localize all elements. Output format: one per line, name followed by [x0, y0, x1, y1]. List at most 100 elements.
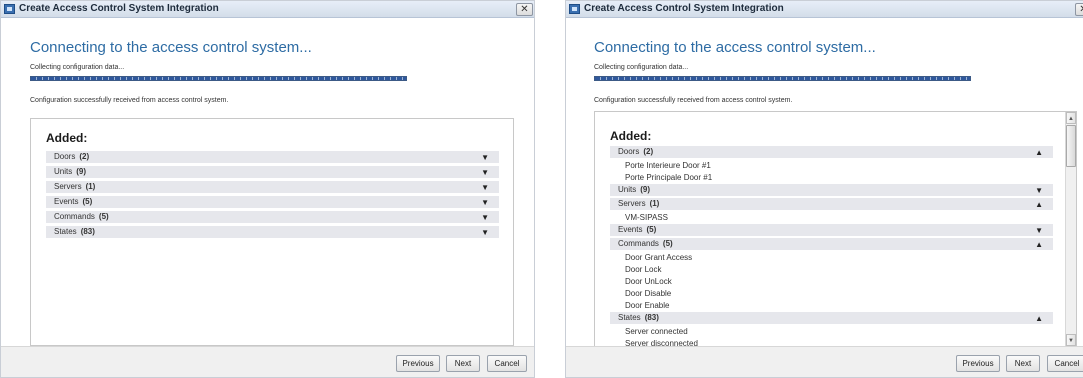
added-items-panel: Added: Doors (2) ▼ Units (9) ▼ Servers (1) ▼ Even… [30, 118, 514, 346]
chevron-up-icon[interactable]: ▲ [1035, 313, 1043, 324]
category-name: Doors [618, 147, 640, 156]
success-message: Configuration successfully received from… [594, 97, 793, 104]
app-window-icon [4, 4, 15, 14]
category-row-events[interactable]: Events (5) ▼ [610, 224, 1053, 237]
title-bar: Create Access Control System Integration… [1, 1, 534, 18]
category-count: (83) [644, 313, 659, 322]
category-label: Events (5) [618, 225, 656, 234]
chevron-up-icon[interactable]: ▲ [1035, 199, 1043, 210]
category-count: (5) [82, 197, 93, 206]
category-row-servers[interactable]: Servers (1) ▼ [46, 181, 499, 194]
category-row-states[interactable]: States (83) ▼ [46, 226, 499, 239]
scrollbar-thumb[interactable] [1066, 125, 1076, 167]
category-label: Units (9) [54, 167, 86, 176]
category-count: (1) [649, 199, 660, 208]
close-icon[interactable]: ✕ [516, 3, 533, 16]
category-count: (1) [85, 182, 96, 191]
category-count: (5) [646, 225, 657, 234]
cancel-button[interactable]: Cancel [1047, 355, 1083, 372]
category-label: Servers (1) [54, 182, 95, 191]
category-row-commands[interactable]: Commands (5) ▲ [610, 238, 1053, 251]
wizard-footer: Previous Next Cancel [1, 346, 534, 377]
page-heading: Connecting to the access control system.… [30, 39, 312, 56]
chevron-down-icon[interactable]: ▼ [481, 182, 489, 193]
status-text: Collecting configuration data... [594, 64, 689, 71]
category-child-item: Server disconnected [625, 339, 698, 346]
category-name: Units [618, 185, 637, 194]
wizard-window-expanded: Create Access Control System Integration… [565, 0, 1083, 378]
next-button[interactable]: Next [1006, 355, 1040, 372]
category-row-events[interactable]: Events (5) ▼ [46, 196, 499, 209]
category-label: Units (9) [618, 185, 650, 194]
category-row-doors[interactable]: Doors (2) ▼ [46, 151, 499, 164]
category-name: States [54, 227, 77, 236]
category-child-item: Door Grant Access [625, 253, 693, 262]
chevron-down-icon[interactable]: ▼ [1035, 185, 1043, 196]
category-count: (5) [98, 212, 109, 221]
close-icon[interactable]: ✕ [1075, 3, 1083, 16]
category-count: (9) [76, 167, 87, 176]
category-row-servers[interactable]: Servers (1) ▲ [610, 198, 1053, 211]
vertical-scrollbar[interactable]: ▲ ▼ [1065, 112, 1076, 346]
category-child-item: Door Disable [625, 289, 672, 298]
category-label: Servers (1) [618, 199, 659, 208]
title-bar: Create Access Control System Integration… [566, 1, 1083, 18]
category-row-units[interactable]: Units (9) ▼ [610, 184, 1053, 197]
previous-button[interactable]: Previous [956, 355, 1000, 372]
category-row-units[interactable]: Units (9) ▼ [46, 166, 499, 179]
status-text: Collecting configuration data... [30, 64, 125, 71]
category-row-commands[interactable]: Commands (5) ▼ [46, 211, 499, 224]
category-count: (2) [79, 152, 90, 161]
category-row-doors[interactable]: Doors (2) ▲ [610, 146, 1053, 159]
chevron-down-icon[interactable]: ▼ [481, 167, 489, 178]
previous-button[interactable]: Previous [396, 355, 440, 372]
category-name: Events [54, 197, 79, 206]
wizard-footer: Previous Next Cancel [566, 346, 1083, 377]
chevron-down-icon[interactable]: ▼ [481, 197, 489, 208]
category-label: Commands (5) [618, 239, 673, 248]
progress-bar [594, 76, 971, 81]
page-heading: Connecting to the access control system.… [594, 39, 876, 56]
category-child-item: Door UnLock [625, 277, 672, 286]
success-message: Configuration successfully received from… [30, 97, 229, 104]
category-label: Commands (5) [54, 212, 109, 221]
category-child-item: Door Lock [625, 265, 662, 274]
wizard-window-collapsed: Create Access Control System Integration… [0, 0, 535, 378]
category-name: Servers [618, 199, 646, 208]
category-label: Events (5) [54, 197, 92, 206]
category-label: States (83) [54, 227, 95, 236]
category-name: Servers [54, 182, 82, 191]
chevron-up-icon[interactable]: ▲ [1035, 147, 1043, 158]
category-label: Doors (2) [54, 152, 89, 161]
chevron-down-icon[interactable]: ▼ [481, 227, 489, 238]
added-items-panel: Added: Doors (2) ▲ Porte Interieure Door #1… [594, 111, 1077, 347]
category-child-item: Porte Principale Door #1 [625, 173, 713, 182]
category-name: Events [618, 225, 643, 234]
category-name: Commands [618, 239, 659, 248]
window-title: Create Access Control System Integration [584, 3, 784, 14]
category-row-states[interactable]: States (83) ▲ [610, 312, 1053, 325]
app-window-icon [569, 4, 580, 14]
chevron-down-icon[interactable]: ▼ [1035, 225, 1043, 236]
category-child-item: Server connected [625, 327, 688, 336]
added-heading: Added: [610, 129, 652, 143]
chevron-down-icon[interactable]: ▼ [481, 212, 489, 223]
category-child-item: Porte Interieure Door #1 [625, 161, 711, 170]
category-child-item: Door Enable [625, 301, 670, 310]
chevron-up-icon[interactable]: ▲ [1035, 239, 1043, 250]
category-count: (2) [643, 147, 654, 156]
category-name: Commands [54, 212, 95, 221]
category-name: Units [54, 167, 73, 176]
chevron-down-icon[interactable]: ▼ [481, 152, 489, 163]
category-count: (5) [662, 239, 673, 248]
scroll-down-icon[interactable]: ▼ [1066, 334, 1076, 346]
next-button[interactable]: Next [446, 355, 480, 372]
category-child-item: VM-SIPASS [625, 213, 668, 222]
scroll-up-icon[interactable]: ▲ [1066, 112, 1076, 124]
category-count: (9) [640, 185, 651, 194]
category-label: Doors (2) [618, 147, 653, 156]
cancel-button[interactable]: Cancel [487, 355, 527, 372]
category-name: Doors [54, 152, 76, 161]
category-label: States (83) [618, 313, 659, 322]
category-name: States [618, 313, 641, 322]
